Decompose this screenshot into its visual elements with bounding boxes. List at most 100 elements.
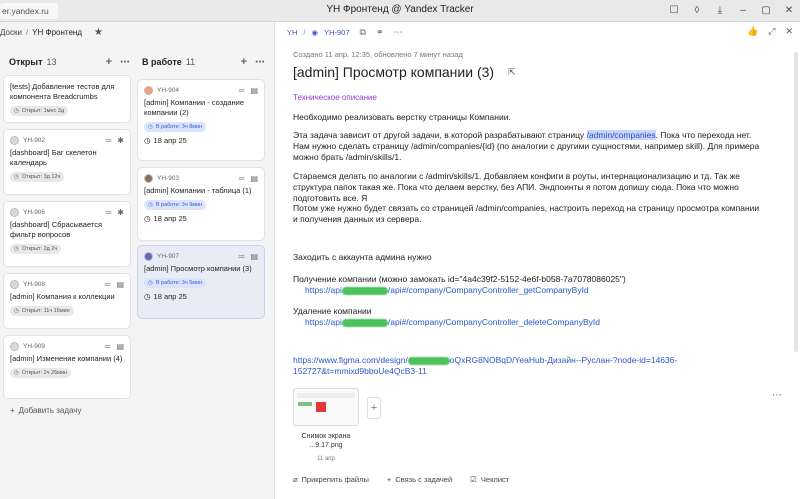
bug-icon: ✱ [117,135,124,145]
task-card[interactable]: YH-908 ═ ▤ [admin] Компания к коллекции ◷ О… [4,274,130,328]
add-attachment-button[interactable]: + [367,397,381,419]
status-badge: ◷ В работе: 3ч 8мин [144,122,207,132]
card-title: [dashboard] Баг скелетон календарь [10,148,97,167]
attachment-thumbnail[interactable] [293,388,359,426]
clock-icon: ◷ [144,136,151,145]
avatar [10,207,19,217]
maximize-icon[interactable]: ▢ [759,3,773,17]
star-icon[interactable]: ★ [94,27,103,38]
card-title: [dashboard] Сбрасывается фильтр вопросов [10,220,103,239]
redacted-mark [407,356,450,365]
add-icon[interactable]: + [241,56,247,68]
attachment-name: Снимок экрана ...9.17.png [301,433,351,449]
card-title: [admin] Компания к коллекции [10,292,115,301]
more-icon[interactable]: ⋯ [393,27,402,38]
like-icon[interactable]: 👍 [747,26,758,37]
expand-icon[interactable]: ⤢ [768,26,775,37]
column-count: 11 [185,57,196,67]
issue-key[interactable]: YH-907 [324,28,349,37]
clock-icon: ◷ [148,124,153,130]
task-card[interactable]: YH-909 ═ ▤ [admin] Изменение компании (4) … [4,336,130,398]
task-card[interactable]: YH-902 ═ ✱ [dashboard] Баг скелетон календ… [4,130,130,194]
clock-icon: ◷ [144,214,151,223]
status-badge: ◷ Открыт: 2ч 26мин [10,368,72,378]
api-link-get[interactable]: https://api/api#/company/CompanyControll… [293,285,763,296]
redacted-mark [341,286,388,295]
detail-actions: 👍 ⤢ ✕ [747,26,793,37]
external-link-icon[interactable]: ⇱ [508,67,516,78]
status-badge: ◷ Открыт: 11ч 16мин [10,306,74,316]
redacted-mark [341,318,388,327]
task-card[interactable]: YH-904 ═ ▤ [admin] Компании - создание ком… [138,80,264,160]
breadcrumb-board[interactable]: YH Фронтенд [32,28,82,37]
add-task-button[interactable]: + Добавить задачу [10,406,81,415]
queue-link[interactable]: YH [287,28,297,37]
document-icon: ▤ [116,341,124,351]
downloads-icon[interactable]: ⤓ [713,3,727,17]
clock-icon: ◷ [148,280,153,286]
attach-files-button[interactable]: ⌀ Прикрепить файлы [293,475,369,484]
priority-icon: ═ [104,279,111,289]
minimize-icon[interactable]: – [736,3,750,17]
highlighted-text: /admin/companies [586,130,656,140]
task-card[interactable]: [tests] Добавление тестов для компонента… [4,76,130,122]
window-controls: ☐ ◊ ⤓ – ▢ ✕ [667,3,796,17]
card-title: [admin] Компании - создание компании (2) [144,98,245,117]
detail-toolbar: YH / ◉ YH-907 ⧉ ⚭ ⋯ 👍 ⤢ ✕ [275,22,800,42]
issue-actions: ⌀ Прикрепить файлы + Связь с задачей ☑ Чекл… [293,475,509,484]
link-issue-button[interactable]: + Связь с задачей [387,475,452,484]
bug-icon: ✱ [117,207,124,217]
plus-icon: + [10,406,15,415]
card-key: YH-904 [157,86,180,94]
status-badge: ◷ В работе: 3ч 5мин [144,278,207,288]
clock-icon: ◷ [144,292,151,301]
bookmarks-icon[interactable]: ☐ [667,3,681,17]
api-link-delete[interactable]: https://api/api#/company/CompanyControll… [293,317,763,328]
paperclip-icon: ⌀ [293,475,298,484]
address-bar[interactable]: er.yandex.ru [0,3,58,19]
add-icon[interactable]: + [106,56,112,68]
priority-icon: ═ [238,173,245,183]
close-icon[interactable]: ✕ [782,3,796,17]
checklist-icon: ☑ [470,475,477,484]
copy-icon[interactable]: ⧉ [360,27,366,38]
issue-detail-panel: YH / ◉ YH-907 ⧉ ⚭ ⋯ 👍 ⤢ ✕ Создано 11 апр… [274,22,800,499]
link-icon[interactable]: ⚭ [376,27,384,38]
shield-icon[interactable]: ◊ [690,3,704,17]
due-date: ◷ 18 апр 25 [144,214,187,223]
avatar [10,341,19,351]
breadcrumb-boards[interactable]: Доски [0,28,22,37]
more-icon[interactable]: ⋯ [255,57,265,68]
more-icon[interactable]: ⋯ [120,57,130,68]
figma-link[interactable]: https://www.figma.com/design/oQxRG8NOBqD… [293,355,713,377]
column-title: В работе [142,57,182,67]
paragraph: Стараемся делать по аналогии с /admin/sk… [293,171,740,203]
checklist-button[interactable]: ☑ Чеклист [470,475,509,484]
column-count: 13 [46,57,57,67]
card-key: YH-907 [157,252,180,260]
avatar [144,251,153,261]
close-icon[interactable]: ✕ [785,26,793,37]
card-title: [admin] Компании - таблица (1) [144,186,252,195]
attachment-date: 11 апр [317,456,335,462]
avatar [10,279,19,289]
task-card[interactable]: YH-906 ═ ✱ [dashboard] Сбрасывается фильтр… [4,202,130,266]
column-open: Открыт 13 + ⋯ [tests] Добавление тестов … [4,52,132,422]
column-header: Открыт 13 + ⋯ [4,52,132,72]
avatar [10,135,19,145]
avatar [144,173,153,183]
status-icon[interactable]: ◉ [312,28,319,37]
due-date: ◷ 18 апр 25 [144,292,187,301]
issue-title: [admin] Просмотр компании (3) ⇱ [293,64,516,80]
priority-icon: ═ [104,341,111,351]
priority-icon: ═ [105,135,112,145]
task-card[interactable]: YH-903 ═ ▤ [admin] Компании - таблица (1) … [138,168,264,240]
paragraph: Заходить с аккаунта админа нужно [293,252,432,262]
paragraph: Получение компании (можно замокать id="4… [293,274,626,284]
more-icon[interactable]: ⋯ [772,390,782,401]
card-title: [admin] Изменение компании (4) [10,354,123,363]
paragraph: Необходимо реализовать верстку страницы … [293,112,511,122]
clock-icon: ◷ [14,246,19,252]
scrollbar[interactable] [794,52,798,352]
task-card-selected[interactable]: YH-907 ═ ▤ [admin] Просмотр компании (3) ◷… [138,246,264,318]
